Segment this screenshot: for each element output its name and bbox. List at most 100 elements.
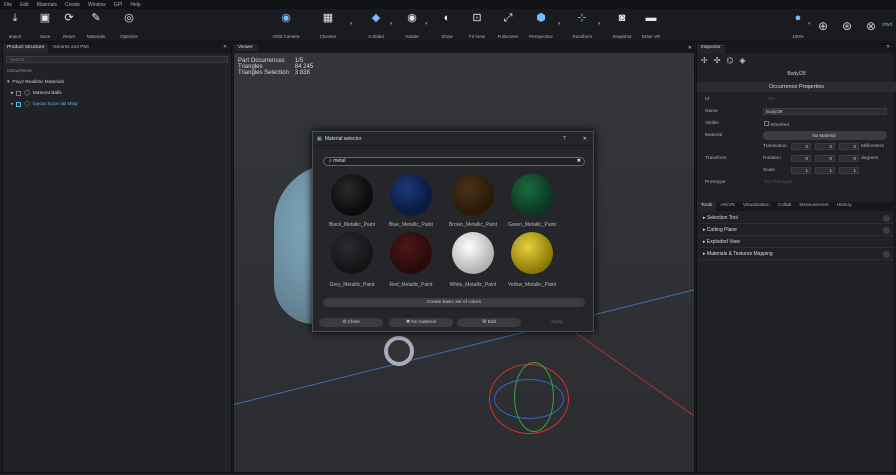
globe-icon[interactable]: ⊕: [818, 19, 828, 33]
material-icon[interactable]: ◈: [739, 56, 745, 65]
visibility-checkbox[interactable]: [16, 91, 22, 96]
translation-z-field[interactable]: 0: [839, 143, 859, 150]
tab-viewer[interactable]: Viewer: [234, 44, 257, 51]
rotation-z-field[interactable]: 0: [839, 155, 859, 162]
dialog-close-button[interactable]: ✕: [583, 136, 587, 142]
section-selection-tool[interactable]: ▸ Selection Tool: [699, 213, 894, 224]
tab-inspector[interactable]: Inspector: [697, 44, 725, 53]
add-component-icon[interactable]: ✣: [714, 56, 721, 65]
checker-button[interactable]: ▦ Checker: [314, 12, 342, 40]
orbit-camera-button[interactable]: ◉ Orbit Camera: [272, 12, 300, 40]
menu-window[interactable]: Window: [88, 2, 106, 8]
reset-button[interactable]: ⟳ Reset: [55, 12, 83, 40]
visibility-checkbox[interactable]: [16, 102, 22, 107]
material-swatch-brown[interactable]: [452, 174, 494, 216]
two-sided-dropdown-icon[interactable]: ▾: [390, 21, 393, 27]
material-swatch-black[interactable]: [331, 174, 373, 216]
apply-button[interactable]: Apply: [525, 318, 589, 327]
units-degrees[interactable]: degrees: [861, 156, 878, 161]
save-icon: ▣: [39, 12, 51, 24]
tab-collab[interactable]: Collab: [774, 202, 796, 211]
material-search-input[interactable]: ⌕ metal ✖: [323, 157, 585, 166]
tag-icon[interactable]: ⌬: [726, 56, 733, 65]
menu-materials[interactable]: Materials: [37, 2, 57, 8]
checker-dropdown-icon[interactable]: ▾: [350, 21, 353, 27]
menu-gpi[interactable]: GPI: [114, 2, 123, 8]
close-icon[interactable]: ✕: [688, 45, 692, 51]
tab-variants-pmi[interactable]: Variants and PMI: [48, 44, 92, 53]
material-swatch-yellow[interactable]: [511, 232, 553, 274]
tree-row-material-balls[interactable]: ▸ ◯ Material Balls: [3, 88, 231, 99]
visible-row[interactable]: Inherited: [764, 121, 789, 128]
section-exploded-view[interactable]: ▸ Exploded View: [699, 237, 894, 248]
transform-button[interactable]: ⊹ Transform: [568, 12, 596, 40]
material-swatch-white[interactable]: [452, 232, 494, 274]
translation-x-field[interactable]: 0: [791, 143, 811, 150]
transform-dropdown-icon[interactable]: ▾: [598, 21, 601, 27]
tree-row-toyota[interactable]: ▸ ◯ toyota Scion xB Mixp: [3, 99, 231, 110]
tab-product-structure[interactable]: Product Structure: [3, 44, 49, 53]
scale-x-field[interactable]: 1: [791, 167, 811, 174]
perspective-button[interactable]: ⬢ Perspective: [527, 12, 555, 40]
material-field[interactable]: No Material: [763, 131, 887, 140]
menu-file[interactable]: File: [4, 2, 12, 8]
help-button[interactable]: ?: [563, 136, 566, 142]
fullscreen-button[interactable]: ⤢ Fullscreen: [494, 12, 522, 40]
menu-create[interactable]: Create: [65, 2, 80, 8]
optimize-button[interactable]: ◎ Optimize: [115, 12, 143, 40]
no-material-button[interactable]: ✖ No material: [389, 318, 453, 327]
tab-history[interactable]: History: [833, 202, 856, 211]
import-button[interactable]: ⤓ Import: [1, 12, 29, 40]
material-swatch-green[interactable]: [511, 174, 553, 216]
edit-button[interactable]: ⚙ Edit: [457, 318, 521, 327]
fit-view-button[interactable]: ⊡ Fit View: [463, 12, 491, 40]
section-materials-textures[interactable]: ▸ Materials & Textures Mapping: [699, 249, 894, 260]
rotation-y-field[interactable]: 0: [815, 155, 835, 162]
toggle-switch[interactable]: [883, 227, 890, 234]
units-millimeters[interactable]: Millimeters: [861, 144, 884, 149]
menu-edit[interactable]: Edit: [20, 2, 29, 8]
perspective-dropdown-icon[interactable]: ▾: [558, 21, 561, 27]
enter-vr-button[interactable]: ▬ Enter VR: [637, 12, 665, 40]
translation-y-field[interactable]: 0: [815, 143, 835, 150]
material-swatch-red[interactable]: [390, 232, 432, 274]
menu-help[interactable]: Help: [130, 2, 140, 8]
tab-ar-vr[interactable]: AR/VR: [716, 202, 739, 211]
show-button[interactable]: ◐ Show: [433, 12, 461, 40]
visible-checkbox[interactable]: [764, 121, 769, 126]
network-icon[interactable]: ⊛: [842, 19, 852, 33]
isolate-dropdown-icon[interactable]: ▾: [425, 21, 428, 27]
toggle-switch[interactable]: [883, 251, 890, 258]
create-basic-colors-button[interactable]: Create basic set of colors: [323, 298, 585, 307]
snapshot-button[interactable]: ◙ Snapshot: [608, 12, 636, 40]
rotation-x-field[interactable]: 0: [791, 155, 811, 162]
orbit-camera-icon: ◉: [281, 12, 291, 24]
rotation-gizmo-green[interactable]: [514, 362, 554, 432]
two-sided-button[interactable]: ◆ 2-Sided: [362, 12, 390, 40]
chevron-right-icon[interactable]: ▸: [11, 88, 13, 99]
section-cutting-plane[interactable]: ▸ Cutting Plane: [699, 225, 894, 236]
chevron-right-icon[interactable]: ▸: [11, 99, 13, 110]
close-button[interactable]: ⊘ Close: [319, 318, 383, 327]
user-name[interactable]: xfwd: [882, 22, 892, 28]
tree-search-input[interactable]: Search...: [6, 56, 228, 63]
tab-measurement[interactable]: Measurement: [795, 202, 832, 211]
scale-y-field[interactable]: 1: [815, 167, 835, 174]
scale-z-field[interactable]: 1: [839, 167, 859, 174]
material-swatch-blue[interactable]: [390, 174, 432, 216]
clear-icon[interactable]: ✖: [577, 158, 581, 165]
zoom-dropdown-icon[interactable]: ▾: [808, 21, 811, 27]
close-icon[interactable]: ✕: [219, 44, 231, 53]
account-icon[interactable]: ⊗: [866, 19, 876, 33]
tab-visualization[interactable]: Visualization: [739, 202, 774, 211]
close-icon[interactable]: ✕: [882, 44, 894, 53]
add-icon[interactable]: ✢: [701, 56, 708, 65]
chevron-down-icon[interactable]: ▾: [7, 77, 9, 88]
toggle-switch[interactable]: [883, 215, 890, 222]
material-swatch-grey[interactable]: [331, 232, 373, 274]
materials-button[interactable]: ✎ Materials: [82, 12, 110, 40]
tree-row-root[interactable]: ▾ Pixyz Realistic Materials: [3, 77, 231, 88]
name-field[interactable]: Body/28: [763, 108, 887, 115]
isolate-button[interactable]: ◉ Isolate: [398, 12, 426, 40]
tab-tools[interactable]: Tools: [697, 202, 717, 211]
